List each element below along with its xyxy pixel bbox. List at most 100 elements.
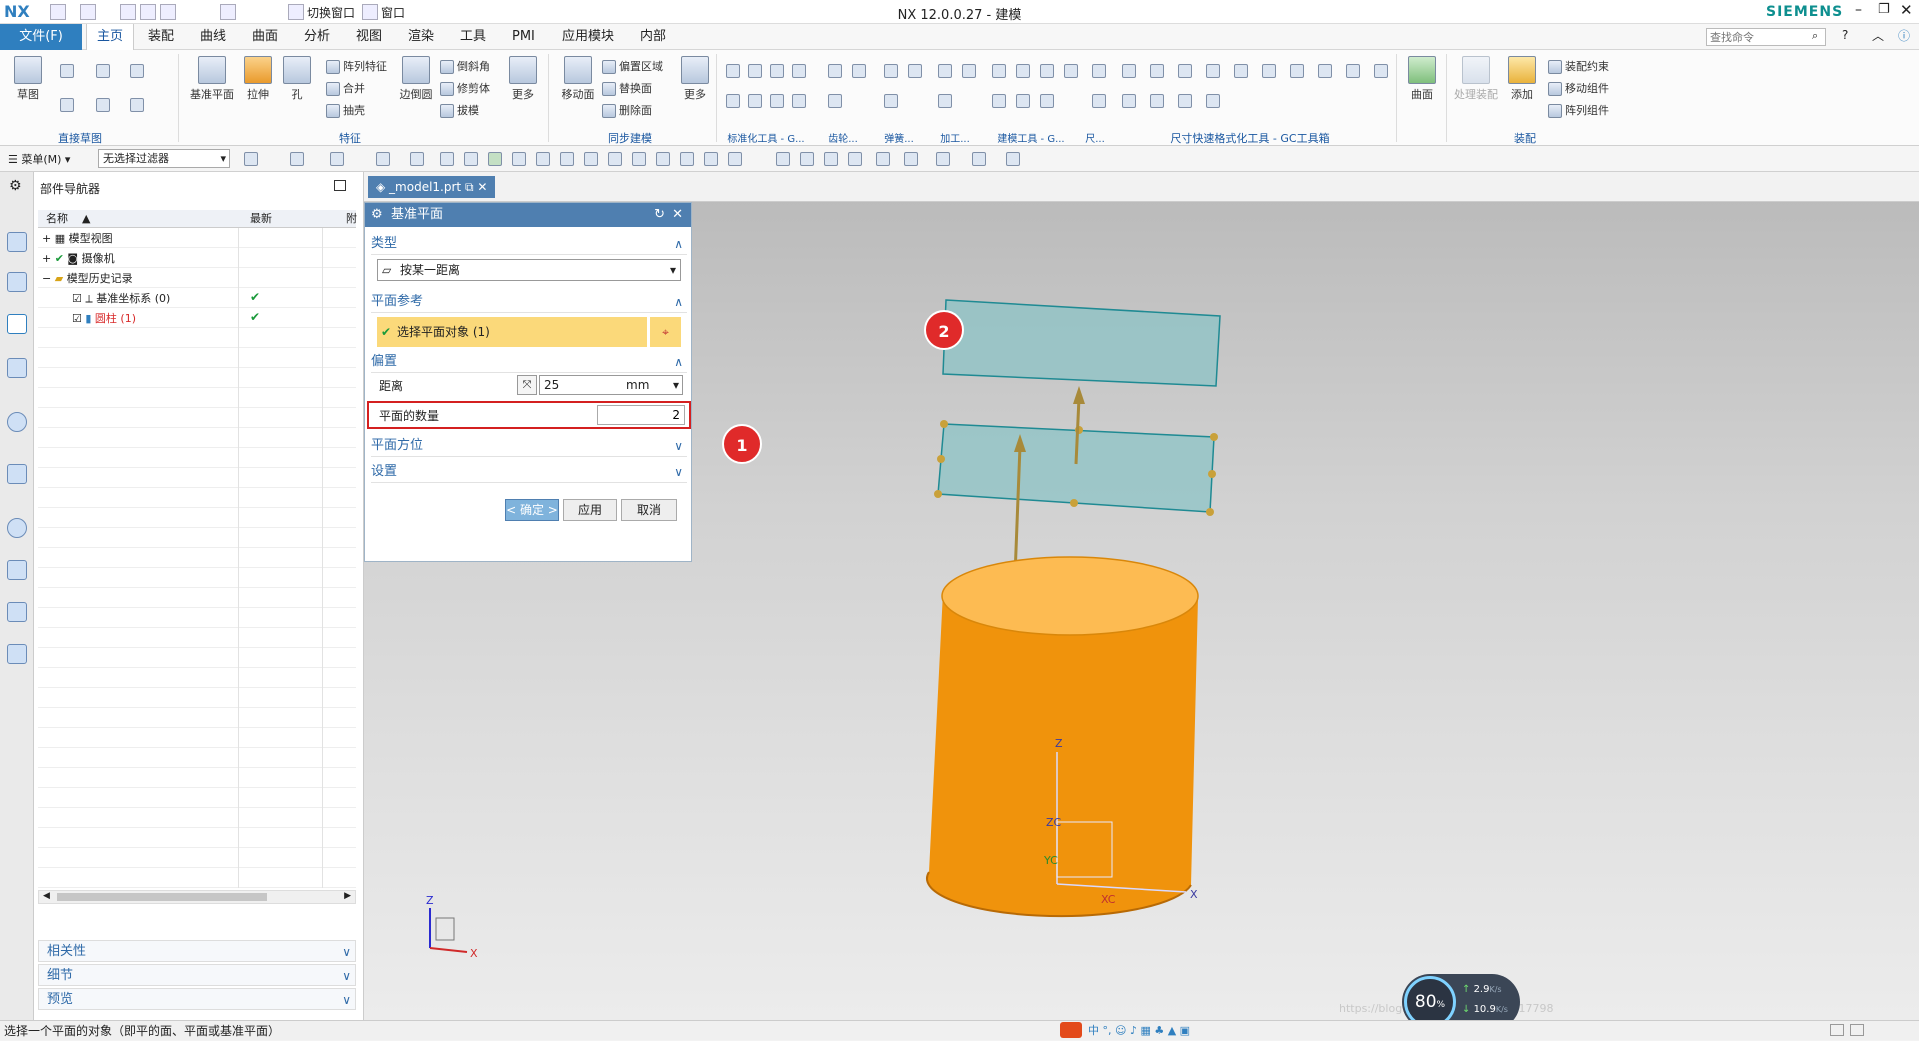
snap-icon[interactable]	[536, 152, 550, 166]
view-tool-icon[interactable]	[824, 152, 838, 166]
checkbox[interactable]: ☑	[72, 292, 85, 305]
view-tool-icon[interactable]	[936, 152, 950, 166]
selection-filter-select[interactable]: 无选择过滤器 ▾	[98, 149, 230, 168]
format-tool-icon[interactable]	[1206, 64, 1220, 78]
format-tool-icon[interactable]	[1290, 64, 1304, 78]
reuse-library-icon[interactable]	[7, 358, 27, 378]
circle-icon[interactable]	[96, 98, 110, 112]
section-offset[interactable]: 偏置 ∧	[371, 351, 687, 373]
gear-tool-icon[interactable]	[852, 64, 866, 78]
minimize-icon[interactable]: –	[1855, 2, 1862, 18]
modeling-tool-icon[interactable]	[992, 94, 1006, 108]
tab-internal[interactable]: 内部	[630, 24, 676, 50]
tree-item-model-views[interactable]: + ▦ 模型视图	[42, 230, 113, 248]
gc-tool-icon[interactable]	[726, 64, 740, 78]
ime-toolbar-icon[interactable]: 中 °, ☺ ♪ ▦ ♣ ▲ ▣	[1088, 1021, 1190, 1041]
doc-tab-model1[interactable]: ◈ _model1.prt ⧉ ✕	[368, 176, 496, 198]
snap-icon[interactable]	[560, 152, 574, 166]
snap-icon[interactable]	[244, 152, 258, 166]
view-tool-icon[interactable]	[876, 152, 890, 166]
move-face-button[interactable]: 移动面	[556, 56, 600, 102]
web-browser-icon[interactable]	[7, 464, 27, 484]
tree-item-cylinder[interactable]: ☑ ▮ 圆柱 (1)	[72, 310, 136, 328]
trim-body-button[interactable]: 修剪体	[440, 80, 490, 96]
dimension-tool-icon[interactable]	[1092, 64, 1106, 78]
spring-tool-icon[interactable]	[884, 94, 898, 108]
modeling-tool-icon[interactable]	[1064, 64, 1078, 78]
modeling-tool-icon[interactable]	[1040, 94, 1054, 108]
tab-file[interactable]: 文件(F)	[0, 24, 82, 50]
cancel-button[interactable]: 取消	[621, 499, 677, 521]
snap-icon[interactable]	[330, 152, 344, 166]
measure-icon[interactable]: ⤧	[517, 375, 537, 395]
snap-icon[interactable]	[290, 152, 304, 166]
close-icon[interactable]: ✕	[1900, 1, 1913, 19]
draft-button[interactable]: 拔模	[440, 102, 479, 118]
search-icon[interactable]: ⌕	[1812, 29, 1818, 43]
format-tool-icon[interactable]	[1234, 64, 1248, 78]
tab-curve[interactable]: 曲线	[190, 24, 236, 50]
view-tool-icon[interactable]	[776, 152, 790, 166]
gc-tool-icon[interactable]	[770, 64, 784, 78]
format-tool-icon[interactable]	[1122, 94, 1136, 108]
format-tool-icon[interactable]	[1374, 64, 1388, 78]
type-select[interactable]: ▱ 按某一距离 ▾	[377, 259, 681, 281]
move-component-button[interactable]: 移动组件	[1548, 80, 1609, 96]
tab-surface[interactable]: 曲面	[242, 24, 288, 50]
ok-button[interactable]: < 确定 >	[505, 499, 559, 521]
distance-input[interactable]: 25 mm ▾	[539, 375, 683, 395]
panel-dependencies[interactable]: 相关性 ∨	[38, 940, 356, 962]
snap-icon[interactable]	[488, 152, 502, 166]
expand-icon[interactable]: +	[42, 232, 55, 245]
spring-tool-icon[interactable]	[908, 64, 922, 78]
snap-icon[interactable]	[608, 152, 622, 166]
edge-blend-button[interactable]: 边倒圆	[396, 56, 436, 102]
arc-icon[interactable]	[60, 98, 74, 112]
format-tool-icon[interactable]	[1206, 94, 1220, 108]
scroll-right-icon[interactable]: ▶	[344, 891, 351, 901]
datum-plane-button[interactable]: 基准平面	[188, 56, 236, 102]
add-component-button[interactable]: 添加	[1504, 56, 1540, 102]
history-icon[interactable]	[7, 518, 27, 538]
format-tool-icon[interactable]	[1150, 64, 1164, 78]
gc-tool-icon[interactable]	[792, 64, 806, 78]
col-extra[interactable]: 附	[346, 210, 357, 228]
section-plane-orientation[interactable]: 平面方位 ∨	[371, 435, 687, 457]
help-icon[interactable]: ?	[1842, 28, 1848, 42]
snap-icon[interactable]	[728, 152, 742, 166]
view-tool-icon[interactable]	[972, 152, 986, 166]
constraint-navigator-icon[interactable]	[7, 272, 27, 292]
ime-icon[interactable]	[1060, 1022, 1082, 1038]
point-icon[interactable]	[130, 98, 144, 112]
chamfer-button[interactable]: 倒斜角	[440, 58, 490, 74]
section-plane-reference[interactable]: 平面参考 ∧	[371, 291, 687, 313]
status-icon[interactable]	[1830, 1024, 1844, 1036]
modeling-tool-icon[interactable]	[1016, 94, 1030, 108]
more-feature-button[interactable]: 更多	[506, 56, 540, 102]
modeling-tool-icon[interactable]	[992, 64, 1006, 78]
machining-tool-icon[interactable]	[962, 64, 976, 78]
info-icon[interactable]: ⓘ	[1898, 27, 1910, 44]
apply-button[interactable]: 应用	[563, 499, 617, 521]
collapse-ribbon-icon[interactable]: ︿	[1872, 27, 1884, 44]
close-dialog-icon[interactable]: ✕	[672, 203, 683, 227]
gear-tool-icon[interactable]	[828, 64, 842, 78]
plane-count-input[interactable]	[597, 405, 685, 425]
tab-assembly[interactable]: 装配	[138, 24, 184, 50]
tree-item-camera[interactable]: + ✔ ◙ 摄像机	[42, 250, 115, 268]
checkbox[interactable]: ☑	[72, 312, 85, 325]
shell-button[interactable]: 抽壳	[326, 102, 365, 118]
crosshair-icon[interactable]: ⌖	[649, 317, 681, 347]
offset-region-button[interactable]: 偏置区域	[602, 58, 663, 74]
tab-home[interactable]: 主页	[86, 24, 135, 50]
extrude-button[interactable]: 拉伸	[240, 56, 276, 102]
delete-face-button[interactable]: 删除面	[602, 102, 652, 118]
rectangle-icon[interactable]	[96, 64, 110, 78]
spring-tool-icon[interactable]	[884, 64, 898, 78]
tab-view[interactable]: 视图	[346, 24, 392, 50]
tab-tools[interactable]: 工具	[450, 24, 496, 50]
gc-tool-icon[interactable]	[770, 94, 784, 108]
snap-icon[interactable]	[656, 152, 670, 166]
process-studio-icon[interactable]	[7, 644, 27, 664]
modeling-tool-icon[interactable]	[1040, 64, 1054, 78]
